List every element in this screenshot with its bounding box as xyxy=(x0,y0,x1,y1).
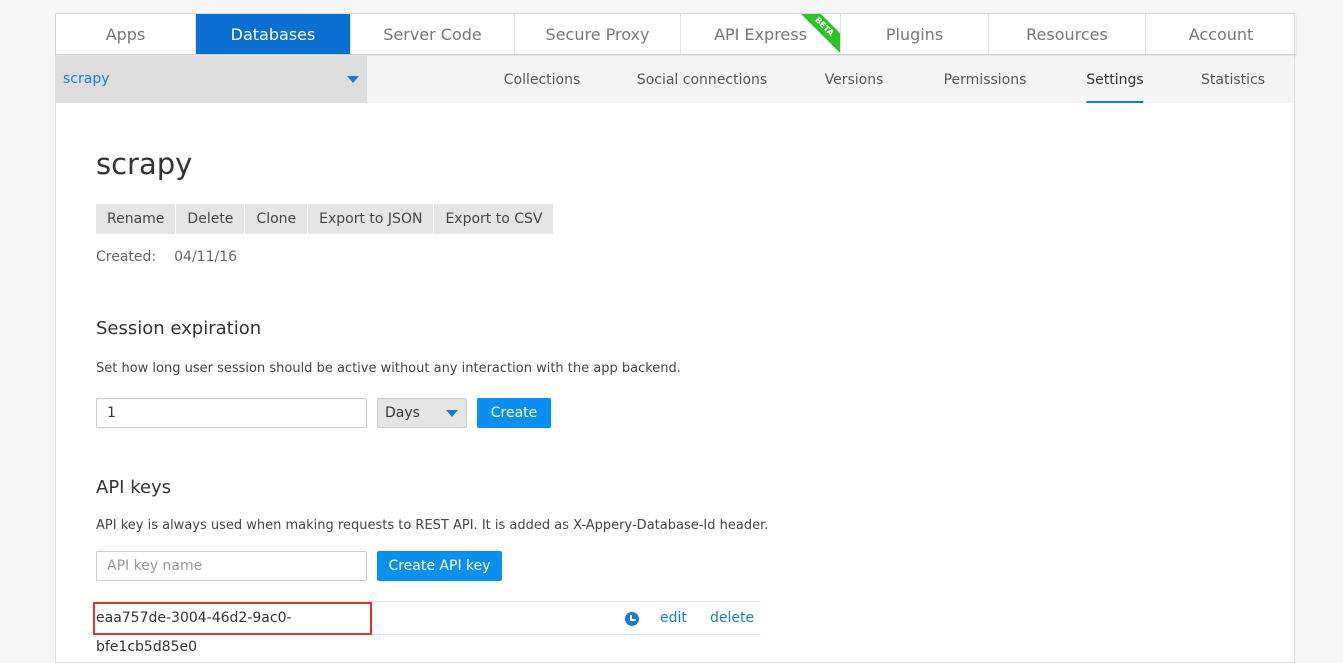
subnav-permissions[interactable]: Permissions xyxy=(944,72,1027,88)
tab-label: Secure Proxy xyxy=(545,24,650,44)
database-actions: Rename Delete Clone Export to JSON Expor… xyxy=(96,204,554,234)
subnav-collections[interactable]: Collections xyxy=(504,72,581,88)
subnav-social-connections[interactable]: Social connections xyxy=(637,72,767,88)
api-keys-heading: API keys xyxy=(96,477,172,498)
export-csv-button[interactable]: Export to CSV xyxy=(434,204,553,234)
caret-down-icon xyxy=(347,76,359,83)
rename-button[interactable]: Rename xyxy=(96,204,177,234)
subnav-statistics[interactable]: Statistics xyxy=(1201,72,1265,88)
session-unit-select[interactable]: Days xyxy=(377,398,467,428)
clone-button[interactable]: Clone xyxy=(245,204,309,234)
top-tabs: Apps Databases Server Code Secure Proxy … xyxy=(56,14,1296,55)
api-keys-description: API key is always used when making reque… xyxy=(96,518,769,533)
tab-secure-proxy[interactable]: Secure Proxy xyxy=(515,14,681,54)
select-value: Days xyxy=(385,405,420,421)
delete-button[interactable]: Delete xyxy=(176,204,246,234)
tab-server-code[interactable]: Server Code xyxy=(351,14,515,54)
tab-label: Databases xyxy=(230,24,316,44)
api-key-value: eaa757de-3004-46d2-9ac0-bfe1cb5d85e0 xyxy=(93,602,372,655)
create-api-key-button[interactable]: Create API key xyxy=(377,551,502,581)
export-json-button[interactable]: Export to JSON xyxy=(308,204,435,234)
edit-link[interactable]: edit xyxy=(660,610,687,626)
tab-api-express[interactable]: API Express BETA xyxy=(681,14,841,54)
tab-account[interactable]: Account xyxy=(1146,14,1296,54)
api-key-row: eaa757de-3004-46d2-9ac0-bfe1cb5d85e0 edi… xyxy=(93,601,761,655)
sub-navigation: scrapy Collections Social connections Ve… xyxy=(56,56,1294,103)
caret-down-icon xyxy=(446,410,458,417)
tab-plugins[interactable]: Plugins xyxy=(841,14,989,54)
subnav-versions[interactable]: Versions xyxy=(825,72,884,88)
tab-apps[interactable]: Apps xyxy=(56,14,196,54)
created-label: Created: xyxy=(96,249,157,265)
tab-label: Apps xyxy=(105,24,146,44)
session-description: Set how long user session should be acti… xyxy=(96,361,681,376)
session-value-input[interactable]: 1 xyxy=(96,398,367,428)
tab-label: Server Code xyxy=(383,24,482,44)
tab-label: API Express xyxy=(714,24,807,44)
subnav-settings[interactable]: Settings xyxy=(1086,72,1145,103)
api-key-name-input[interactable]: API key name xyxy=(96,551,367,581)
tab-resources[interactable]: Resources xyxy=(989,14,1146,54)
create-session-button[interactable]: Create xyxy=(477,398,551,428)
database-name: scrapy xyxy=(63,71,110,87)
tab-label: Plugins xyxy=(885,24,944,44)
created-info: Created: 04/11/16 xyxy=(96,249,237,265)
database-selector[interactable]: scrapy xyxy=(56,56,367,103)
session-heading: Session expiration xyxy=(96,318,262,339)
created-date: 04/11/16 xyxy=(174,249,238,265)
tab-databases[interactable]: Databases xyxy=(196,14,351,54)
tab-label: Resources xyxy=(1026,24,1108,44)
clock-icon[interactable] xyxy=(625,612,639,626)
delete-link[interactable]: delete xyxy=(710,610,754,626)
tab-label: Account xyxy=(1188,24,1254,44)
page-title: scrapy xyxy=(96,147,193,181)
main-frame: Apps Databases Server Code Secure Proxy … xyxy=(55,13,1296,663)
